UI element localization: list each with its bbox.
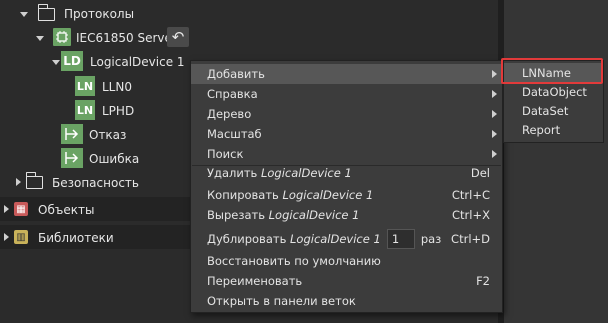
right-panel [504,0,608,323]
undo-arrow-icon: ↶ [171,28,185,46]
duplicate-count-input[interactable]: 1 [386,229,415,249]
tree-item-protocols[interactable] [20,3,28,25]
menu-item-restore-default[interactable]: Восстановить по умолчанию [191,251,502,271]
expand-right-icon[interactable] [4,205,9,213]
menu-item-help[interactable]: Справка [191,84,502,104]
menu-item-rename-label: Переименовать [207,274,303,288]
ln-badge-icon: LN [75,76,95,96]
section-libraries-label: Библиотеки [38,231,114,245]
menu-item-tree-label: Дерево [207,107,252,121]
menu-item-delete[interactable]: Удалить LogicalDevice 1 Del [191,163,502,183]
shortcut-ctrl-d: Ctrl+D [451,232,490,246]
ld-badge-icon: LD [61,51,83,71]
menu-item-open-in-branch-panel[interactable]: Открыть в панели веток [191,291,502,311]
menu-item-duplicate-suffix: раз [420,232,442,246]
menu-item-copy-label: Копировать [207,188,279,202]
shortcut-ctrl-x: Ctrl+X [452,208,490,222]
tree-item-server-label: IEC61850 Server [76,31,177,45]
section-objects-label: Объекты [38,203,95,217]
objects-icon: ▦ [14,202,28,216]
shortcut-del: Del [470,166,490,180]
tree-item-security-label: Безопасность [52,176,139,190]
tree-item-device-label: LogicalDevice 1 [90,55,185,69]
tree-item-lln0[interactable]: LLN0 [102,80,132,94]
menu-item-scale[interactable]: Масштаб [191,124,502,144]
menu-item-add[interactable]: Добавить [191,64,502,84]
menu-item-duplicate-target: LogicalDevice 1 [290,232,381,246]
ln-badge-icon: LN [75,100,95,120]
tree-item-protocols-label: Протоколы [64,7,135,21]
menu-item-rename[interactable]: Переименовать F2 [191,271,502,291]
menu-item-restore-default-label: Восстановить по умолчанию [207,254,381,268]
submenu-item-dataset[interactable]: DataSet [504,101,603,120]
menu-item-tree[interactable]: Дерево [191,104,502,124]
menu-item-delete-label: Удалить [207,166,258,180]
back-button[interactable]: ↶ [167,27,189,47]
menu-item-cut[interactable]: Вырезать LogicalDevice 1 Ctrl+X [191,205,502,225]
submenu-arrow-icon [492,110,497,118]
shortcut-ctrl-c: Ctrl+C [451,188,490,202]
tree-item-security[interactable] [16,171,21,193]
submenu-arrow-icon [492,90,497,98]
signal-arrow-icon [61,124,83,144]
tree-item-lphd[interactable]: LPHD [102,104,134,118]
expand-right-icon[interactable] [16,178,21,186]
menu-item-duplicate[interactable]: Дублировать LogicalDevice 1 1 раз Ctrl+D [191,227,502,251]
submenu-arrow-icon [492,150,497,158]
shortcut-f2: F2 [476,274,490,288]
highlight-outline [501,58,603,84]
menu-item-help-label: Справка [207,87,258,101]
tree-item-oshibka[interactable]: Ошибка [89,152,139,166]
menu-item-open-in-branch-panel-label: Открыть в панели веток [207,294,356,308]
folder-icon [25,172,43,189]
menu-item-add-label: Добавить [207,67,265,81]
menu-item-search[interactable]: Поиск [191,144,502,164]
submenu-item-dataobject[interactable]: DataObject [504,82,603,101]
context-menu: Добавить Справка Дерево Масштаб Поиск Уд… [190,60,503,313]
submenu-item-report[interactable]: Report [504,120,603,139]
tree-item-logical-device[interactable] [52,51,60,73]
submenu-arrow-icon [492,70,497,78]
menu-item-copy-target: LogicalDevice 1 [282,188,374,202]
expand-down-icon[interactable] [36,35,44,41]
libraries-icon: ▥ [14,230,28,244]
section-objects[interactable] [0,197,190,221]
menu-item-duplicate-label: Дублировать [207,232,287,246]
menu-item-cut-target: LogicalDevice 1 [268,208,360,222]
folder-icon [37,4,55,21]
expand-down-icon[interactable] [20,11,28,17]
menu-item-delete-target: LogicalDevice 1 [260,166,352,180]
signal-arrow-icon [61,148,83,168]
submenu-arrow-icon [492,130,497,138]
menu-item-search-label: Поиск [207,147,244,161]
expand-down-icon[interactable] [52,59,60,65]
tree-item-server[interactable] [36,27,44,49]
server-chip-icon [53,28,71,46]
menu-item-cut-label: Вырезать [207,208,265,222]
tree-item-otkaz[interactable]: Отказ [89,128,126,142]
menu-item-copy[interactable]: Копировать LogicalDevice 1 Ctrl+C [191,185,502,205]
menu-item-scale-label: Масштаб [207,127,262,141]
expand-right-icon[interactable] [4,233,9,241]
